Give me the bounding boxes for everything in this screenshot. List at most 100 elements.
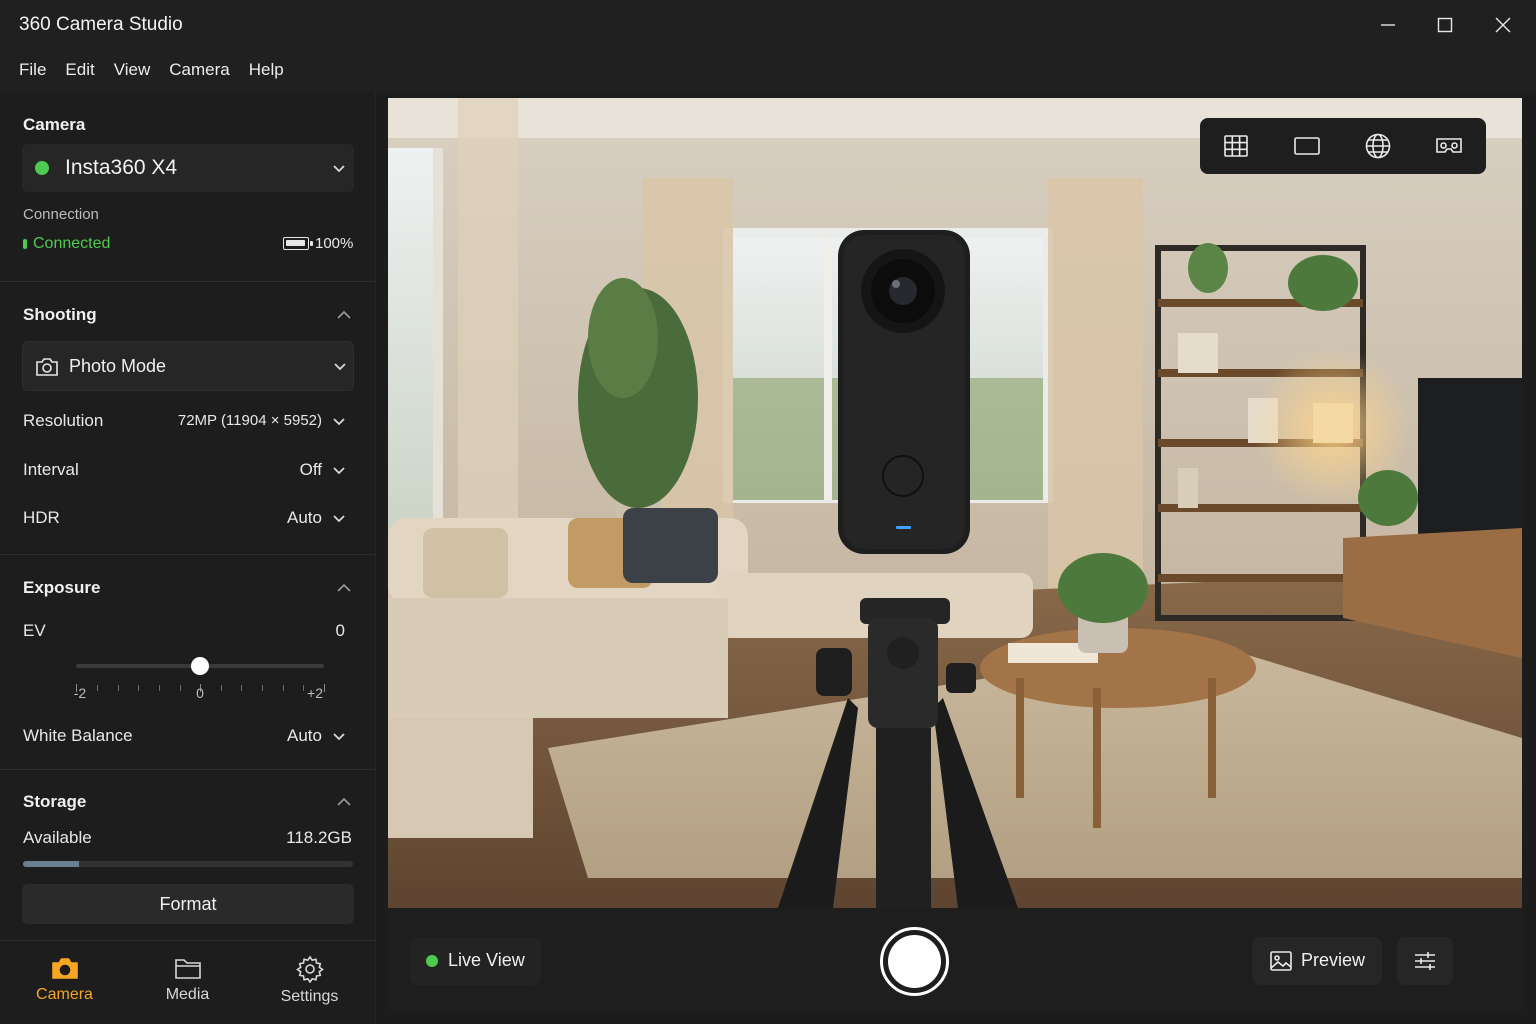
interval-value[interactable]: Off <box>300 460 322 480</box>
menu-view[interactable]: View <box>114 50 151 92</box>
vr-view-button[interactable] <box>1434 131 1464 161</box>
battery-level: 100% <box>315 235 354 252</box>
nav-settings-label: Settings <box>280 988 339 1005</box>
menu-help[interactable]: Help <box>249 50 284 92</box>
connection-status: Connected <box>23 235 110 253</box>
live-indicator-dot <box>426 955 438 967</box>
title-bar: 360 Camera Studio <box>0 0 1536 50</box>
close-icon <box>1495 17 1511 33</box>
shutter-inner <box>888 935 941 988</box>
connection-status-text: Connected <box>33 235 111 252</box>
live-view-label: Live View <box>448 950 525 970</box>
interval-label: Interval <box>23 460 79 479</box>
maximize-button[interactable] <box>1416 0 1474 50</box>
resolution-dropdown-button[interactable] <box>331 413 347 429</box>
storage-available-label: Available <box>23 828 92 847</box>
storage-section-title: Storage <box>23 792 87 811</box>
chevron-down-icon <box>333 733 345 741</box>
live-view-toggle[interactable]: Live View <box>410 937 541 985</box>
shooting-mode-select[interactable]: Photo Mode <box>22 341 354 391</box>
format-button[interactable]: Format <box>22 884 354 924</box>
ev-value: 0 <box>335 621 345 640</box>
ev-tick <box>118 685 119 691</box>
ev-tick <box>221 685 222 691</box>
chevron-down-icon <box>331 160 347 176</box>
connection-label: Connection <box>23 206 99 223</box>
ev-tick <box>138 685 139 691</box>
live-view-image <box>388 98 1522 908</box>
resolution-value[interactable]: 72MP (11904 × 5952) <box>178 412 322 429</box>
shooting-mode-value: Photo Mode <box>69 356 167 376</box>
preview-label: Preview <box>1301 950 1366 970</box>
nav-camera-label: Camera <box>36 986 93 1003</box>
camera-select[interactable]: Insta360 X4 <box>22 144 354 192</box>
divider <box>0 281 376 282</box>
globe-view-button[interactable] <box>1363 131 1393 161</box>
exposure-section-title: Exposure <box>23 578 101 597</box>
chevron-down-icon <box>333 467 345 475</box>
chevron-up-icon <box>337 797 351 806</box>
camera-status-dot <box>35 161 49 175</box>
ev-tick <box>159 685 160 691</box>
chevron-down-icon <box>333 418 345 426</box>
minimize-icon <box>1381 24 1395 26</box>
maximize-icon <box>1437 17 1453 33</box>
menu-bar: File Edit View Camera Help <box>0 50 1536 92</box>
ev-tick <box>241 685 242 691</box>
sidebar: Camera Insta360 X4 Connection Connected … <box>0 92 376 1024</box>
ev-min-label: -2 <box>73 685 87 701</box>
grid-view-button[interactable] <box>1221 131 1251 161</box>
ev-tick <box>283 685 284 691</box>
camera-name: Insta360 X4 <box>65 156 178 179</box>
ev-tick <box>97 685 98 691</box>
ev-slider-thumb[interactable] <box>191 657 209 675</box>
collapse-exposure-button[interactable] <box>335 579 353 597</box>
app-title: 360 Camera Studio <box>19 14 183 35</box>
hdr-value[interactable]: Auto <box>287 508 322 528</box>
hdr-dropdown-button[interactable] <box>331 510 347 526</box>
ev-tick <box>324 684 325 692</box>
white-balance-label: White Balance <box>23 726 133 745</box>
battery-fill <box>286 240 305 246</box>
chevron-down-icon <box>332 358 348 374</box>
nav-media[interactable]: Media <box>125 941 250 1024</box>
nav-camera[interactable]: Camera <box>2 941 127 1024</box>
white-balance-dropdown-button[interactable] <box>331 728 347 744</box>
chevron-down-icon <box>333 515 345 523</box>
ev-label: EV <box>23 621 46 640</box>
battery-icon <box>283 237 313 250</box>
ev-tick <box>180 685 181 691</box>
live-view-viewport[interactable] <box>388 98 1522 908</box>
view-mode-toolbar <box>1200 118 1486 174</box>
flat-view-button[interactable] <box>1292 131 1322 161</box>
gear-icon <box>295 955 324 983</box>
white-balance-value[interactable]: Auto <box>287 726 322 746</box>
ev-mid-label: 0 <box>196 685 204 701</box>
interval-dropdown-button[interactable] <box>331 462 347 478</box>
menu-edit[interactable]: Edit <box>65 50 94 92</box>
menu-file[interactable]: File <box>19 50 46 92</box>
bottom-nav: Camera Media Settings <box>0 940 376 1024</box>
preview-button[interactable]: Preview <box>1252 937 1382 985</box>
chevron-up-icon <box>337 583 351 592</box>
adjustments-button[interactable] <box>1397 937 1453 985</box>
storage-available-value: 118.2GB <box>286 828 352 847</box>
menu-camera[interactable]: Camera <box>169 50 229 92</box>
image-icon <box>1269 950 1293 977</box>
ev-tick <box>303 685 304 691</box>
close-button[interactable] <box>1474 0 1532 50</box>
flat-view-icon <box>1294 137 1320 155</box>
resolution-label: Resolution <box>23 411 104 430</box>
hdr-label: HDR <box>23 508 60 527</box>
folder-icon <box>174 959 201 979</box>
minimize-button[interactable] <box>1359 0 1417 50</box>
collapse-storage-button[interactable] <box>335 793 353 811</box>
vr-view-icon <box>1436 138 1462 153</box>
shutter-button[interactable] <box>880 927 949 996</box>
camera-section-title: Camera <box>23 115 86 134</box>
globe-view-icon <box>1365 133 1391 159</box>
collapse-shooting-button[interactable] <box>335 306 353 324</box>
camera-icon <box>51 958 78 979</box>
divider <box>0 769 376 770</box>
nav-settings[interactable]: Settings <box>247 941 372 1024</box>
